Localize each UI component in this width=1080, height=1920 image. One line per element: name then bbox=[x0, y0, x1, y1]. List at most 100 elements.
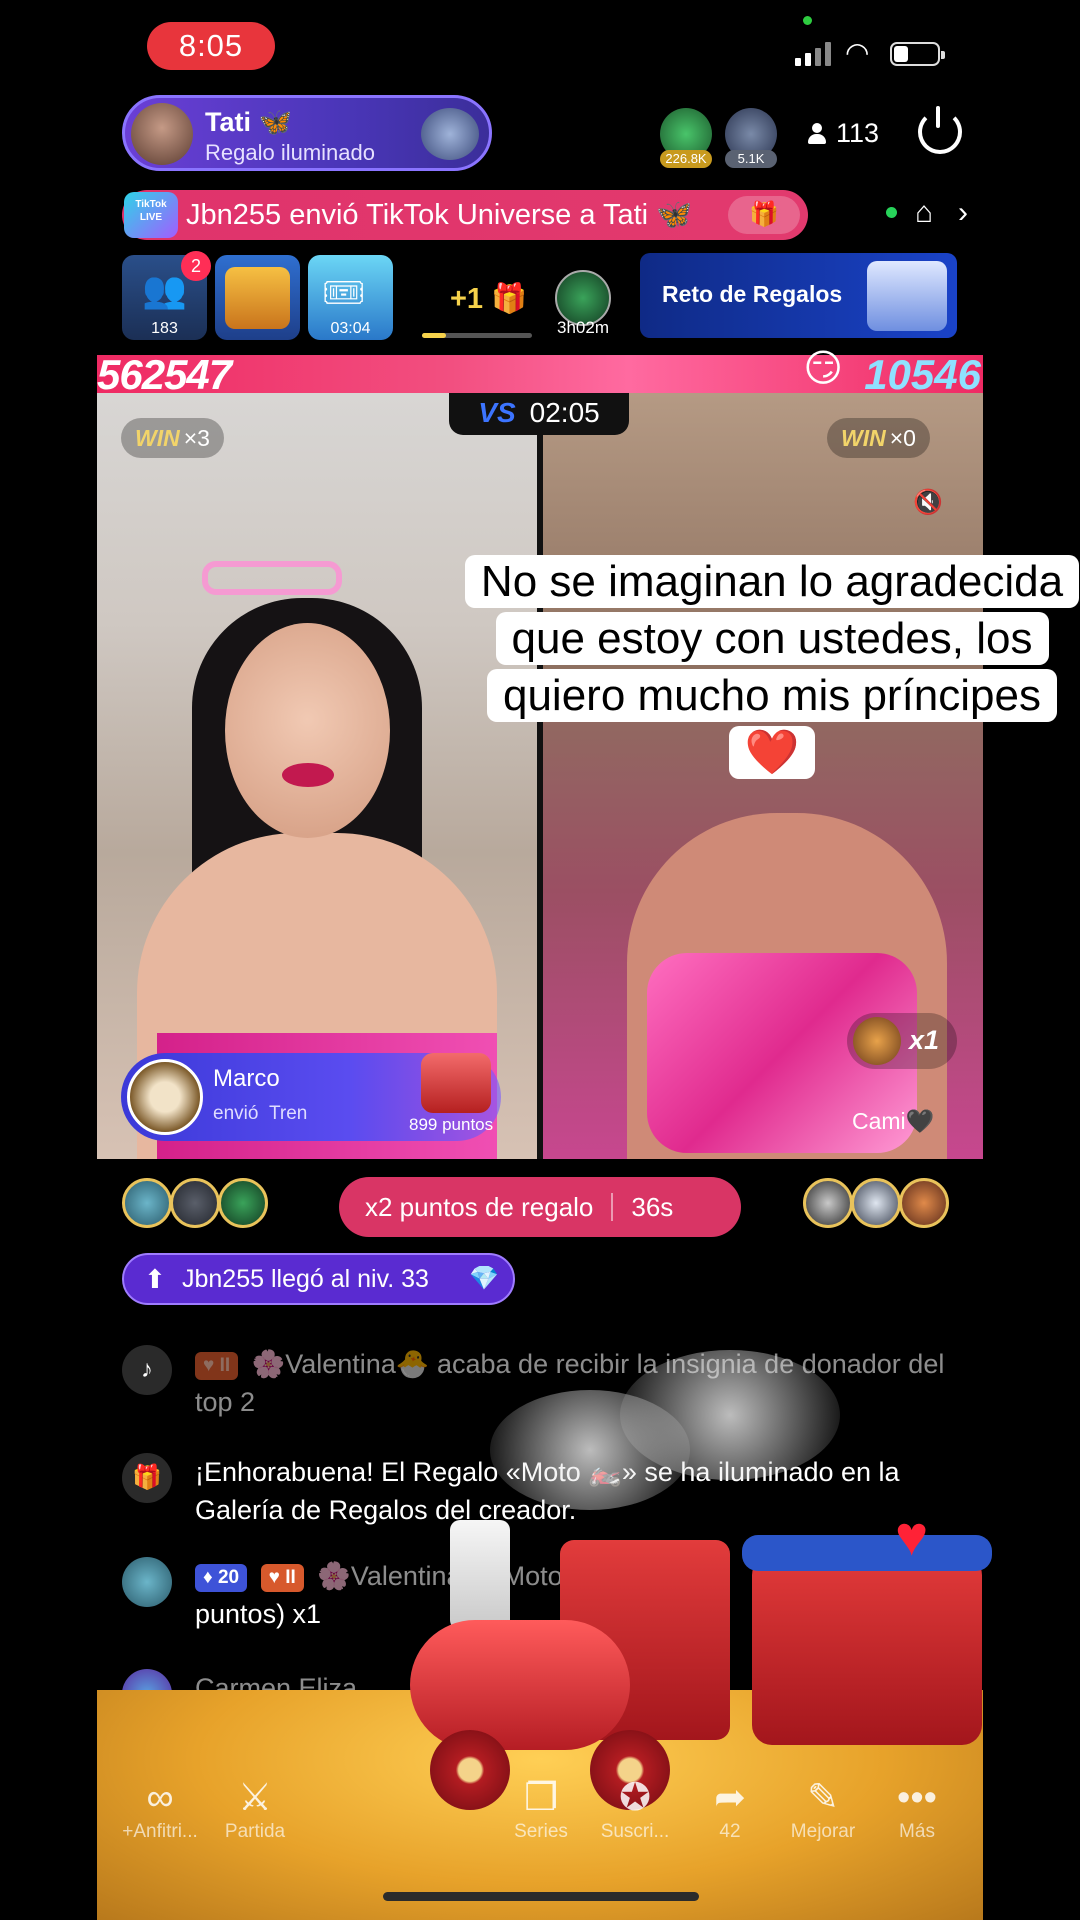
ticket-icon: 🎟 bbox=[322, 274, 366, 312]
signal-icon bbox=[795, 42, 831, 66]
fan-badge-text: II bbox=[285, 1566, 296, 1588]
supporter-avatar[interactable] bbox=[122, 1178, 172, 1228]
host-subtitle: Regalo iluminado bbox=[205, 140, 375, 165]
gift-notification[interactable]: Marco envió Tren 899 puntos bbox=[121, 1053, 501, 1141]
gift-action: envió Tren bbox=[213, 1103, 307, 1125]
enhance-button[interactable]: ✎ Mejorar bbox=[778, 1775, 868, 1843]
gift-banner[interactable]: TikTok LIVE Jbn255 envió TikTok Universe… bbox=[122, 190, 808, 240]
train-wagon bbox=[742, 1535, 992, 1745]
gift-icon: 🎁 bbox=[122, 1453, 172, 1503]
cohost-icon: ∞ bbox=[146, 1777, 174, 1819]
supporter-avatar[interactable] bbox=[218, 1178, 268, 1228]
gift-icon[interactable]: 🎁 bbox=[728, 196, 800, 234]
home-icon[interactable]: ⌂ bbox=[915, 196, 933, 230]
power-close-icon[interactable] bbox=[918, 106, 962, 154]
ship-gift-icon bbox=[867, 261, 947, 331]
top-viewer-avatar[interactable]: 5.1K bbox=[725, 108, 777, 168]
supporter-avatar[interactable] bbox=[851, 1178, 901, 1228]
win-label: WIN bbox=[841, 425, 886, 451]
heart-icon: ♥ bbox=[895, 1504, 929, 1567]
camera-indicator-icon bbox=[803, 16, 812, 25]
challenge-label: Reto de Regalos bbox=[662, 281, 843, 307]
gift-name: Tren bbox=[268, 1103, 308, 1124]
mute-icon[interactable]: 🔇 bbox=[912, 487, 944, 519]
host-avatar[interactable] bbox=[131, 103, 193, 165]
supporter-avatar[interactable] bbox=[899, 1178, 949, 1228]
battle-score-bar: 562547 😏 10546 bbox=[97, 348, 983, 398]
level-up-notice[interactable]: ⬆ Jbn255 llegó al niv. 33 💎 bbox=[122, 1253, 515, 1305]
enhance-label: Mejorar bbox=[790, 1821, 856, 1842]
smoke-effect bbox=[620, 1350, 840, 1480]
level-badge-text: 20 bbox=[217, 1566, 240, 1588]
lion-gift-icon bbox=[853, 1017, 901, 1065]
train-chimney bbox=[450, 1520, 510, 1630]
level-text: Jbn255 llegó al niv. 33 bbox=[182, 1265, 429, 1293]
win-count-left: ×3 bbox=[183, 425, 210, 451]
share-icon: ➦ bbox=[714, 1777, 746, 1819]
supporter-avatar[interactable] bbox=[803, 1178, 853, 1228]
plus-progress-fill bbox=[422, 333, 447, 338]
status-time: 8:05 bbox=[147, 22, 275, 70]
win-streak-right: WIN ×0 bbox=[827, 418, 930, 458]
bonus-timer: 36s bbox=[631, 1192, 674, 1222]
team-count: 183 bbox=[151, 320, 178, 337]
plus-progress bbox=[422, 333, 532, 338]
opponent-gift[interactable]: x1 bbox=[847, 1013, 957, 1069]
more-icon: ••• bbox=[897, 1777, 937, 1819]
banner-text: Jbn255 envió TikTok Universe a Tati 🦋 bbox=[186, 199, 693, 231]
share-button[interactable]: ➦ 42 bbox=[685, 1775, 775, 1843]
team-tile[interactable]: 👥 2 183 bbox=[122, 251, 211, 340]
sunglasses-prop bbox=[202, 561, 342, 595]
box-timer: 03:04 bbox=[330, 320, 371, 337]
chat-user[interactable]: 🌸Valentina🐣 bbox=[252, 1349, 430, 1379]
gift-box-icon: 🎁 bbox=[491, 283, 528, 315]
host-lips bbox=[282, 763, 334, 787]
timer-value: 02:05 bbox=[529, 397, 600, 428]
subscribe-button[interactable]: ✪ Suscri... bbox=[590, 1775, 680, 1843]
fan-badge: ♥ II bbox=[260, 1563, 304, 1592]
gallery-gift-icon[interactable] bbox=[421, 108, 479, 160]
train-gift-icon bbox=[421, 1053, 491, 1113]
gift-points: 899 puntos bbox=[409, 1115, 494, 1134]
gift-challenge-button[interactable]: Reto de Regalos bbox=[640, 253, 957, 338]
score-left: 562547 bbox=[97, 351, 232, 398]
level-badge: ♦ 20 bbox=[195, 1563, 248, 1592]
fan-badge: ♥ II bbox=[195, 1351, 239, 1380]
series-button[interactable]: ❐ Series bbox=[496, 1775, 586, 1843]
gift-action-verb: envió bbox=[213, 1103, 259, 1124]
match-icon: ⚔ bbox=[237, 1777, 273, 1819]
bonus-label: x2 puntos de regalo bbox=[339, 1193, 614, 1221]
home-indicator bbox=[383, 1892, 699, 1901]
host-card[interactable]: Tati 🦋 Regalo iluminado bbox=[122, 95, 492, 171]
wifi-icon: ◠ bbox=[845, 37, 870, 68]
top-viewer-avatar[interactable]: 226.8K bbox=[660, 108, 712, 168]
notification-badge: 2 bbox=[181, 251, 211, 281]
series-label: Series bbox=[514, 1821, 568, 1842]
more-button[interactable]: ••• Más bbox=[872, 1775, 962, 1843]
person-icon bbox=[808, 122, 826, 145]
opponent-name[interactable]: Cami🖤 bbox=[852, 1108, 934, 1135]
sender-avatar[interactable] bbox=[127, 1059, 203, 1135]
treasure-tile[interactable] bbox=[215, 255, 300, 340]
viewer-count[interactable]: 113 bbox=[808, 118, 879, 149]
cohost-button[interactable]: ∞ +Anfitri... bbox=[115, 1775, 205, 1843]
battery-icon bbox=[890, 42, 945, 66]
tiktok-icon: ♪ bbox=[122, 1345, 172, 1395]
bonus-points-pill[interactable]: x2 puntos de regalo 36s bbox=[339, 1177, 741, 1237]
chat-avatar[interactable] bbox=[122, 1557, 172, 1607]
smirk-emoji-icon: 😏 bbox=[803, 348, 843, 390]
chat-text-continued: puntos) x1 bbox=[195, 1599, 322, 1629]
train-locomotive bbox=[390, 1500, 750, 1810]
supporter-avatar[interactable] bbox=[170, 1178, 220, 1228]
tiktok-live-logo: TikTok LIVE bbox=[124, 192, 178, 238]
subscribe-label: Suscri... bbox=[600, 1821, 670, 1842]
cohost-label: +Anfitri... bbox=[122, 1821, 198, 1842]
treasure-chest-icon bbox=[225, 267, 290, 329]
win-count-right: ×0 bbox=[889, 425, 916, 451]
ticket-tile[interactable]: 🎟 03:04 bbox=[308, 255, 393, 340]
host-face bbox=[225, 623, 390, 838]
plus-one-label[interactable]: +1 🎁 bbox=[450, 282, 527, 316]
match-button[interactable]: ⚔ Partida bbox=[210, 1775, 300, 1843]
chevron-right-icon[interactable]: › bbox=[958, 196, 968, 230]
top-viewer-badge: 5.1K bbox=[725, 150, 777, 168]
